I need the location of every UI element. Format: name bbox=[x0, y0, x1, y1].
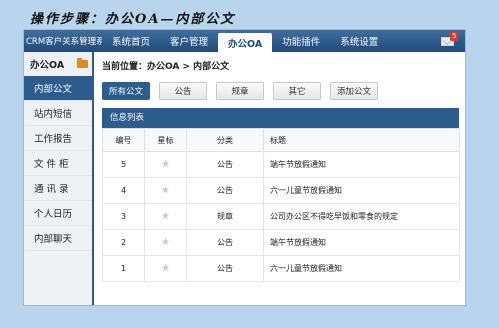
cell-id: 3 bbox=[102, 203, 145, 230]
tutorial-title: 操作步骤：办公OA—内部公文 bbox=[30, 12, 236, 27]
cell-star[interactable]: ★ bbox=[144, 203, 187, 230]
table-row[interactable]: 4 ★ 公告 六一儿童节放假通知 bbox=[102, 177, 460, 204]
star-icon[interactable]: ★ bbox=[161, 237, 170, 248]
sidebar-item-address-book[interactable]: 通 讯 录 bbox=[24, 176, 92, 201]
table-row[interactable]: 1 ★ 公告 六一儿童节放假通知 bbox=[102, 255, 460, 282]
folder-icon bbox=[77, 58, 88, 68]
cell-star[interactable]: ★ bbox=[144, 151, 187, 178]
tab-office-oa[interactable]: 办公OA bbox=[218, 33, 273, 52]
cell-id: 1 bbox=[102, 255, 145, 282]
add-document-button[interactable]: 添加公文 bbox=[330, 82, 378, 100]
system-title: CRM客户关系管理系统 bbox=[26, 37, 102, 47]
table-header-row: 编号 星标 分类 标题 bbox=[102, 128, 460, 152]
mail-button[interactable]: 5 bbox=[437, 30, 465, 52]
sidebar-item-messages[interactable]: 站内短信 bbox=[24, 101, 92, 126]
watermark: https://www.suibianlu.com bbox=[150, 281, 431, 301]
cell-title-link[interactable]: 六一儿童节放假通知 bbox=[263, 177, 460, 204]
cell-category: 公告 bbox=[186, 177, 264, 204]
all-documents-button[interactable]: 所有公文 bbox=[102, 82, 150, 100]
announcement-filter-button[interactable]: 公告 bbox=[159, 82, 207, 100]
cell-id: 5 bbox=[102, 151, 145, 178]
main-content: 当前位置：办公OA > 内部公文 所有公文 公告 规章 其它 添加公文 信息列表… bbox=[96, 52, 465, 305]
cell-category: 规章 bbox=[186, 203, 264, 230]
cell-title-link[interactable]: 端午节放假通知 bbox=[263, 151, 460, 178]
cell-category: 公告 bbox=[186, 151, 264, 178]
sidebar-header: 办公OA bbox=[24, 52, 92, 76]
cell-category: 公告 bbox=[186, 255, 264, 282]
tab-home[interactable]: 系统首页 bbox=[102, 30, 160, 52]
sidebar-item-file-cabinet[interactable]: 文 件 柜 bbox=[24, 151, 92, 176]
table-row[interactable]: 5 ★ 公告 端午节放假通知 bbox=[102, 151, 460, 178]
star-icon[interactable]: ★ bbox=[161, 185, 170, 196]
cell-title-link[interactable]: 端午节放假通知 bbox=[263, 229, 460, 256]
column-header-title: 标题 bbox=[263, 128, 460, 152]
star-icon[interactable]: ★ bbox=[161, 263, 170, 274]
sidebar-item-internal-chat[interactable]: 内部聊天 bbox=[24, 226, 92, 251]
column-header-star: 星标 bbox=[144, 128, 187, 152]
regulation-filter-button[interactable]: 规章 bbox=[216, 82, 264, 100]
cell-id: 4 bbox=[102, 177, 145, 204]
cell-title-link[interactable]: 六一儿童节放假通知 bbox=[263, 255, 460, 282]
top-navigation-bar: CRM客户关系管理系统 系统首页 客户管理 办公OA 功能插件 系统设置 5 bbox=[24, 30, 465, 52]
other-filter-button[interactable]: 其它 bbox=[273, 82, 321, 100]
cell-star[interactable]: ★ bbox=[144, 177, 187, 204]
column-header-category: 分类 bbox=[186, 128, 264, 152]
sidebar: 办公OA 内部公文 站内短信 工作报告 文 件 柜 通 讯 录 个人日历 内部聊… bbox=[24, 52, 94, 305]
cell-title-link[interactable]: 公司办公区不得吃早饭和零食的规定 bbox=[263, 203, 460, 230]
sidebar-item-calendar[interactable]: 个人日历 bbox=[24, 201, 92, 226]
document-table: 编号 星标 分类 标题 5 ★ 公告 端午节放假通知 4 ★ 公告 六一儿童节放 bbox=[102, 128, 460, 282]
table-row[interactable]: 2 ★ 公告 端午节放假通知 bbox=[102, 229, 460, 256]
sidebar-item-internal-documents[interactable]: 内部公文 bbox=[24, 76, 92, 101]
sidebar-item-work-reports[interactable]: 工作报告 bbox=[24, 126, 92, 151]
sidebar-title: 办公OA bbox=[30, 60, 65, 71]
tab-system-settings[interactable]: 系统设置 bbox=[330, 30, 388, 52]
document-filter-toolbar: 所有公文 公告 规章 其它 添加公文 bbox=[102, 82, 387, 100]
mail-count-badge: 5 bbox=[450, 32, 459, 41]
cell-id: 2 bbox=[102, 229, 145, 256]
cell-category: 公告 bbox=[186, 229, 264, 256]
cell-star[interactable]: ★ bbox=[144, 255, 187, 282]
breadcrumb: 当前位置：办公OA > 内部公文 bbox=[102, 62, 230, 72]
cell-star[interactable]: ★ bbox=[144, 229, 187, 256]
tab-customer-management[interactable]: 客户管理 bbox=[160, 30, 218, 52]
table-row[interactable]: 3 ★ 规章 公司办公区不得吃早饭和零食的规定 bbox=[102, 203, 460, 230]
star-icon[interactable]: ★ bbox=[161, 159, 170, 170]
crm-window: CRM客户关系管理系统 系统首页 客户管理 办公OA 功能插件 系统设置 5 办… bbox=[23, 29, 466, 306]
info-list-title: 信息列表 bbox=[102, 108, 459, 128]
column-header-id: 编号 bbox=[102, 128, 145, 152]
star-icon[interactable]: ★ bbox=[161, 211, 170, 222]
tab-plugins[interactable]: 功能插件 bbox=[272, 30, 330, 52]
